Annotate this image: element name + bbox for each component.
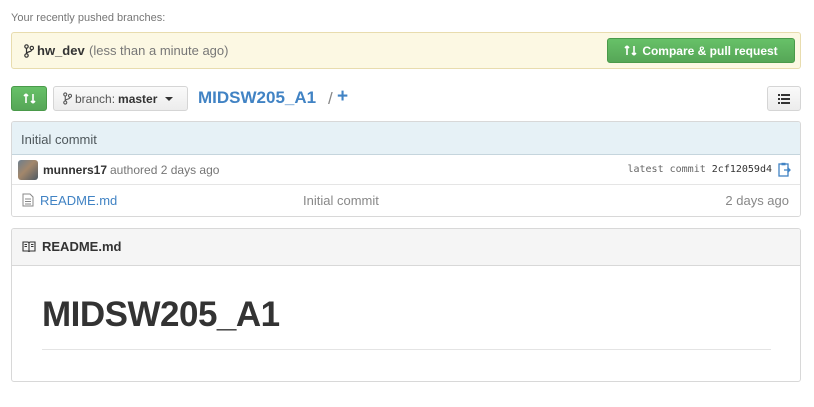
branch-prefix: branch: <box>75 91 116 106</box>
book-icon <box>22 241 36 253</box>
heading-divider <box>42 349 771 350</box>
avatar[interactable] <box>18 160 38 180</box>
compare-button-label: Compare & pull request <box>642 43 778 58</box>
readme-title: README.md <box>42 239 122 254</box>
file-icon <box>22 193 34 207</box>
readme-header: README.md <box>12 229 800 266</box>
file-navigation: Initial commit munners17 authored 2 days… <box>11 121 801 217</box>
latest-commit: latest commit 2cf12059d4 <box>627 164 772 175</box>
branch-selector[interactable]: branch: master <box>53 86 188 111</box>
recent-branch-notice: hw_dev (less than a minute ago) Compare … <box>11 32 801 69</box>
list-icon <box>778 93 790 104</box>
file-commit-message[interactable]: Initial commit <box>303 193 379 208</box>
file-age: 2 days ago <box>725 193 789 208</box>
repo-breadcrumb[interactable]: MIDSW205_A1 <box>198 88 316 108</box>
chevron-down-icon <box>165 96 174 101</box>
clipboard-icon[interactable] <box>778 162 791 177</box>
add-file-button[interactable]: + <box>337 86 348 108</box>
commit-authored-time: authored 2 days ago <box>110 163 220 177</box>
compare-icon <box>22 93 36 104</box>
recent-branch-time: (less than a minute ago) <box>89 43 229 58</box>
commit-title[interactable]: Initial commit <box>12 122 800 155</box>
file-name-link[interactable]: README.md <box>40 193 117 208</box>
current-branch-name: master <box>118 91 158 106</box>
commit-sha[interactable]: 2cf12059d4 <box>712 164 772 175</box>
compare-button[interactable] <box>11 86 47 111</box>
git-branch-icon <box>63 92 72 105</box>
latest-commit-label: latest commit <box>627 164 706 175</box>
recent-branch-name[interactable]: hw_dev <box>37 43 85 58</box>
compare-icon <box>624 45 637 56</box>
git-branch-icon <box>24 44 34 58</box>
commit-author[interactable]: munners17 <box>43 163 107 177</box>
breadcrumb-separator: / <box>328 89 333 108</box>
compare-pull-request-button[interactable]: Compare & pull request <box>607 38 795 63</box>
list-view-button[interactable] <box>767 86 801 111</box>
commit-meta: munners17 authored 2 days ago latest com… <box>12 155 800 185</box>
readme-panel: README.md MIDSW205_A1 <box>11 228 801 382</box>
table-row: README.md Initial commit 2 days ago <box>12 185 800 216</box>
readme-heading: MIDSW205_A1 <box>42 295 280 334</box>
recent-branches-label: Your recently pushed branches: <box>11 12 166 24</box>
